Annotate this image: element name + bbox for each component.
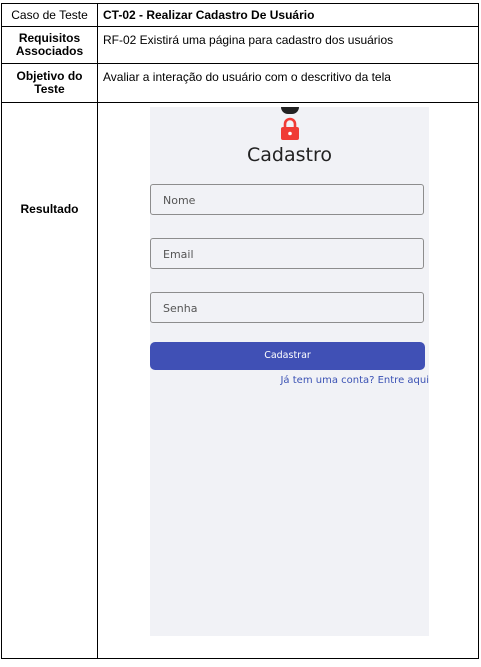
camera-notch [281, 107, 299, 114]
requirements-value: RF-02 Existirá uma página para cadastro … [97, 26, 479, 64]
test-case-table: Caso de Teste CT-02 - Realizar Cadastro … [1, 3, 479, 659]
lock-icon [281, 117, 299, 140]
app-screenshot: Cadastro Nome Email Senha Cadastrar Já t… [150, 107, 429, 636]
result-screenshot-area: Cadastro Nome Email Senha Cadastrar Já t… [98, 103, 478, 658]
name-placeholder: Nome [163, 194, 196, 207]
result-cell: Cadastro Nome Email Senha Cadastrar Já t… [97, 102, 479, 659]
row-objective: Objetivo do Teste Avaliar a interação do… [1, 63, 479, 103]
objective-value: Avaliar a interação do usuário com o des… [97, 63, 479, 103]
page-title: Cadastro [247, 144, 332, 166]
row-requirements: Requisitos Associados RF-02 Existirá uma… [1, 26, 479, 64]
objective-label: Objetivo do Teste [1, 63, 98, 103]
requirements-label: Requisitos Associados [1, 26, 98, 64]
register-button[interactable]: Cadastrar [150, 342, 425, 370]
row-test-case: Caso de Teste CT-02 - Realizar Cadastro … [1, 3, 479, 27]
row-result: Resultado Cadastro Nome Email Senha Cada… [1, 102, 479, 659]
email-placeholder: Email [163, 248, 194, 261]
result-label: Resultado [1, 102, 98, 659]
name-field[interactable]: Nome [150, 184, 424, 215]
password-field[interactable]: Senha [150, 292, 424, 323]
email-field[interactable]: Email [150, 238, 424, 269]
test-case-label: Caso de Teste [1, 3, 98, 27]
test-case-value: CT-02 - Realizar Cadastro De Usuário [97, 3, 479, 27]
login-link[interactable]: Já tem uma conta? Entre aqui [280, 375, 429, 386]
password-placeholder: Senha [163, 302, 198, 315]
